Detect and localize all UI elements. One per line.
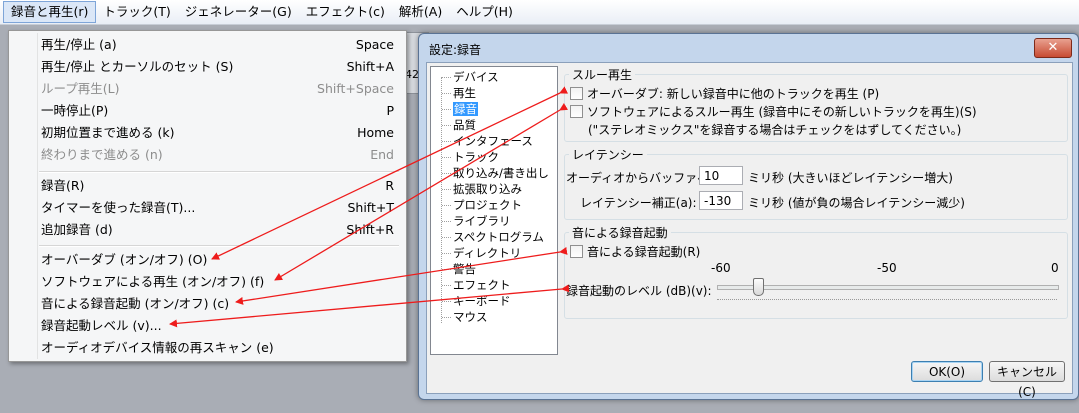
menu-item-shortcut: Space (355, 37, 394, 52)
tree-item-spectrograms[interactable]: スペクトログラム (442, 230, 544, 245)
menu-item-sound-activated-toggle[interactable]: 音による録音起動 (オン/オフ) (c) (11, 293, 402, 315)
menu-item-shortcut: R (385, 178, 394, 193)
activation-level-label: 録音起動のレベル (dB)(v): (566, 284, 712, 298)
activation-level-slider-thumb[interactable] (752, 278, 764, 296)
tree-item-quality[interactable]: 品質 (442, 118, 476, 133)
software-playthrough-checkbox[interactable]: ソフトウェアによるスルー再生 (録音中にその新しいトラックを再生)(S) (570, 103, 977, 120)
tree-item-import-export[interactable]: 取り込み/書き出し (442, 166, 549, 181)
menu-item-shortcut: Shift+Space (317, 81, 394, 96)
menu-item-label: 追加録音 (d) (41, 222, 113, 237)
menu-item-append-record[interactable]: 追加録音 (d) Shift+R (11, 219, 402, 241)
menu-item-software-playthrough-toggle[interactable]: ソフトウェアによる再生 (オン/オフ) (f) (11, 271, 402, 293)
menu-item-play-stop-set-cursor[interactable]: 再生/停止 とカーソルのセット (S) Shift+A (11, 56, 402, 78)
menu-item-label: オーディオデバイス情報の再スキャン (e) (41, 340, 274, 355)
close-button[interactable]: ✕ (1034, 38, 1072, 58)
menu-item-label: 再生/停止 (a) (41, 37, 117, 52)
menu-item-shortcut: P (386, 103, 394, 118)
menu-recording-playback[interactable]: 録音と再生(r) (3, 1, 97, 23)
latency-group-title: レイテンシー (569, 146, 647, 163)
menu-item-shortcut: Shift+T (347, 200, 394, 215)
menu-item-loop-play[interactable]: ループ再生(L) Shift+Space (11, 78, 402, 100)
scale-label-min: -60 (711, 261, 731, 275)
menu-item-shortcut: Shift+R (346, 222, 394, 237)
cancel-button[interactable]: キャンセル(C) (989, 361, 1065, 399)
recording-playback-menu: 再生/停止 (a) Space 再生/停止 とカーソルのセット (S) Shif… (8, 30, 407, 362)
activation-level-slider-ticks (717, 299, 1057, 304)
sound-activated-checkbox-label: 音による録音起動(R) (587, 245, 701, 259)
tree-item-playback[interactable]: 再生 (442, 86, 476, 101)
buffer-input[interactable]: 10 (699, 166, 743, 185)
latency-correction-input[interactable]: -130 (699, 191, 743, 210)
menu-help[interactable]: ヘルプ(H) (449, 1, 520, 23)
playthrough-group-title: スルー再生 (569, 66, 636, 83)
sound-activated-group-title: 音による録音起動 (569, 224, 671, 241)
preferences-dialog: 設定:録音 ✕ デバイス 再生 録音 品質 インタフェース トラック 取り込み/… (418, 33, 1079, 400)
buffer-unit: ミリ秒 (大きいほどレイテンシー増大) (748, 171, 953, 185)
software-playthrough-checkbox-label: ソフトウェアによるスルー再生 (録音中にその新しいトラックを再生)(S) (587, 105, 977, 119)
menu-item-rescan-devices[interactable]: オーディオデバイス情報の再スキャン (e) (11, 337, 402, 359)
scale-label-max: 0 (1051, 261, 1059, 275)
menu-item-shortcut: End (370, 147, 394, 162)
ok-button[interactable]: OK(O) (911, 361, 983, 382)
tree-item-tracks[interactable]: トラック (442, 150, 499, 165)
menu-item-timer-record[interactable]: タイマーを使った録音(T)... Shift+T (11, 197, 402, 219)
tree-item-devices[interactable]: デバイス (442, 70, 499, 85)
latency-correction-unit: ミリ秒 (値が負の場合レイテンシー減少) (748, 196, 965, 210)
menu-item-label: 録音起動レベル (v)... (41, 318, 162, 333)
checkbox-box[interactable] (570, 245, 583, 258)
menu-item-label: 再生/停止 とカーソルのセット (S) (41, 59, 234, 74)
menu-item-label: 終わりまで進める (n) (41, 147, 163, 162)
tree-item-libraries[interactable]: ライブラリ (442, 214, 511, 229)
menu-item-shortcut: Shift+A (346, 59, 394, 74)
menu-item-skip-to-start[interactable]: 初期位置まで進める (k) Home (11, 122, 402, 144)
menu-item-label: タイマーを使った録音(T)... (41, 200, 196, 215)
menu-effect[interactable]: エフェクト(c) (299, 1, 392, 23)
stereo-mix-note: ("ステレオミックス"を録音する場合はチェックをはずしてください。) (588, 123, 962, 137)
menu-item-label: ソフトウェアによる再生 (オン/オフ) (f) (41, 274, 265, 289)
dialog-title: 設定:録音 (429, 43, 482, 57)
menu-tracks[interactable]: トラック(T) (96, 1, 177, 23)
menu-item-skip-to-end[interactable]: 終わりまで進める (n) End (11, 144, 402, 166)
menu-item-label: 初期位置まで進める (k) (41, 125, 175, 140)
menu-separator (39, 171, 399, 173)
menu-item-label: 録音(R) (41, 178, 85, 193)
tree-item-interface[interactable]: インタフェース (442, 134, 533, 149)
menu-analyze[interactable]: 解析(A) (392, 1, 449, 23)
tree-item-projects[interactable]: プロジェクト (442, 198, 522, 213)
menu-item-activation-level[interactable]: 録音起動レベル (v)... (11, 315, 402, 337)
menu-item-label: 音による録音起動 (オン/オフ) (c) (41, 296, 230, 311)
tree-item-extended-import[interactable]: 拡張取り込み (442, 182, 522, 197)
menu-item-record[interactable]: 録音(R) R (11, 175, 402, 197)
menu-item-label: ループ再生(L) (41, 81, 120, 96)
menu-bar: 録音と再生(r) トラック(T) ジェネレーター(G) エフェクト(c) 解析(… (0, 0, 1079, 25)
preferences-tree[interactable]: デバイス 再生 録音 品質 インタフェース トラック 取り込み/書き出し 拡張取… (430, 66, 558, 355)
latency-correction-label: レイテンシー補正(a): (580, 196, 697, 210)
tree-item-effects[interactable]: エフェクト (442, 278, 511, 293)
menu-item-label: 一時停止(P) (41, 103, 109, 118)
menu-item-shortcut: Home (357, 125, 394, 140)
tree-item-warnings[interactable]: 警告 (442, 262, 476, 277)
overdub-checkbox[interactable]: オーバーダブ: 新しい録音中に他のトラックを再生 (P) (570, 85, 879, 102)
menu-item-label: オーバーダブ (オン/オフ) (O) (41, 252, 208, 267)
tree-item-directories[interactable]: ディレクトリ (442, 246, 521, 261)
overdub-checkbox-label: オーバーダブ: 新しい録音中に他のトラックを再生 (P) (587, 87, 880, 101)
tree-item-mouse[interactable]: マウス (442, 310, 488, 325)
sound-activated-checkbox[interactable]: 音による録音起動(R) (570, 243, 700, 260)
menu-item-pause[interactable]: 一時停止(P) P (11, 100, 402, 122)
menu-generator[interactable]: ジェネレーター(G) (178, 1, 299, 23)
menu-separator (39, 245, 399, 247)
dialog-client-area: デバイス 再生 録音 品質 インタフェース トラック 取り込み/書き出し 拡張取… (426, 62, 1073, 399)
scale-label-mid: -50 (877, 261, 897, 275)
menu-item-overdub-toggle[interactable]: オーバーダブ (オン/オフ) (O) (11, 249, 402, 271)
checkbox-box[interactable] (570, 87, 583, 100)
menu-item-play-stop[interactable]: 再生/停止 (a) Space (11, 34, 402, 56)
tree-item-keyboard[interactable]: キーボード (442, 294, 511, 309)
checkbox-box[interactable] (570, 105, 583, 118)
tree-item-recording[interactable]: 録音 (442, 102, 478, 117)
activation-level-slider-track[interactable] (717, 285, 1059, 290)
